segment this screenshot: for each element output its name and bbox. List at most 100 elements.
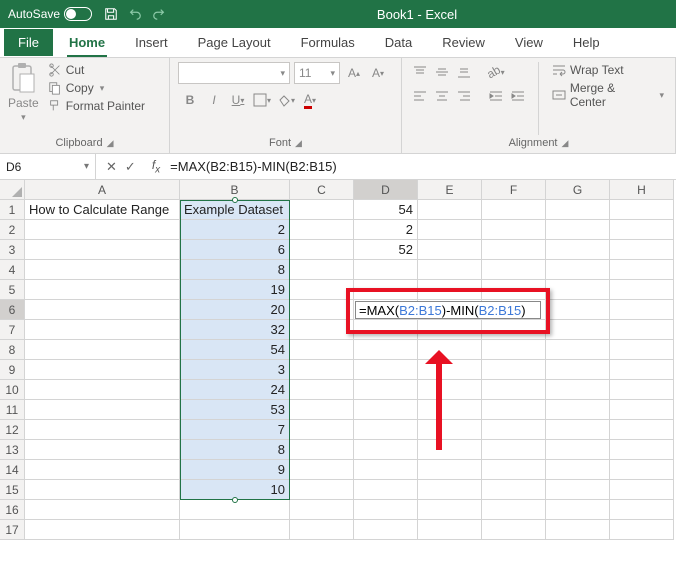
cell-h13[interactable] (610, 440, 674, 460)
cell-a1[interactable]: How to Calculate Range (25, 200, 180, 220)
cell-a10[interactable] (25, 380, 180, 400)
format-painter-button[interactable]: Format Painter (45, 98, 148, 114)
cell-c15[interactable] (290, 480, 354, 500)
cell-g17[interactable] (546, 520, 610, 540)
cell-a12[interactable] (25, 420, 180, 440)
cell-g8[interactable] (546, 340, 610, 360)
cell-c9[interactable] (290, 360, 354, 380)
font-name-combo[interactable]: ▾ (178, 62, 290, 84)
row-header-4[interactable]: 4 (0, 260, 25, 280)
dialog-launcher-icon[interactable]: ◢ (562, 138, 569, 149)
row-header-5[interactable]: 5 (0, 280, 25, 300)
cell-g7[interactable] (546, 320, 610, 340)
cell-f11[interactable] (482, 400, 546, 420)
name-box[interactable]: D6▾ (0, 154, 96, 179)
cell-e15[interactable] (418, 480, 482, 500)
row-header-13[interactable]: 13 (0, 440, 25, 460)
cell-f4[interactable] (482, 260, 546, 280)
bold-button[interactable]: B (178, 88, 202, 112)
formula-input[interactable]: =MAX(B2:B15)-MIN(B2:B15) (166, 159, 337, 174)
align-center-button[interactable] (432, 86, 452, 106)
cell-c17[interactable] (290, 520, 354, 540)
cell-h4[interactable] (610, 260, 674, 280)
cell-d5[interactable] (354, 280, 418, 300)
increase-font-button[interactable]: A▴ (344, 63, 364, 83)
cell-f12[interactable] (482, 420, 546, 440)
cell-e1[interactable] (418, 200, 482, 220)
cell-b17[interactable] (180, 520, 290, 540)
cell-b7[interactable]: 32 (180, 320, 290, 340)
cell-h14[interactable] (610, 460, 674, 480)
cell-g11[interactable] (546, 400, 610, 420)
cell-c7[interactable] (290, 320, 354, 340)
fill-color-button[interactable]: ▾ (274, 88, 298, 112)
row-header-1[interactable]: 1 (0, 200, 25, 220)
cell-h6[interactable] (610, 300, 674, 320)
cell-f15[interactable] (482, 480, 546, 500)
cell-f14[interactable] (482, 460, 546, 480)
cut-button[interactable]: Cut (45, 62, 148, 78)
cell-e16[interactable] (418, 500, 482, 520)
cell-g2[interactable] (546, 220, 610, 240)
cell-h2[interactable] (610, 220, 674, 240)
cell-d9[interactable] (354, 360, 418, 380)
decrease-indent-button[interactable] (486, 86, 506, 106)
col-header-h[interactable]: H (610, 180, 674, 200)
align-left-button[interactable] (410, 86, 430, 106)
enter-icon[interactable]: ✓ (125, 159, 136, 175)
cell-b2[interactable]: 2 (180, 220, 290, 240)
merge-center-button[interactable]: Merge & Center▾ (549, 80, 667, 110)
cell-a9[interactable] (25, 360, 180, 380)
spreadsheet-grid[interactable]: A B C D E F G H 1How to Calculate RangeE… (0, 180, 676, 540)
cell-f16[interactable] (482, 500, 546, 520)
col-header-e[interactable]: E (418, 180, 482, 200)
cell-d8[interactable] (354, 340, 418, 360)
cell-b10[interactable]: 24 (180, 380, 290, 400)
decrease-font-button[interactable]: A▾ (368, 63, 388, 83)
cell-d14[interactable] (354, 460, 418, 480)
cell-g12[interactable] (546, 420, 610, 440)
cell-g6[interactable] (546, 300, 610, 320)
cell-a16[interactable] (25, 500, 180, 520)
cell-f8[interactable] (482, 340, 546, 360)
cell-a4[interactable] (25, 260, 180, 280)
cell-e14[interactable] (418, 460, 482, 480)
underline-button[interactable]: U▾ (226, 88, 250, 112)
cell-h5[interactable] (610, 280, 674, 300)
align-top-button[interactable] (410, 62, 430, 82)
cell-d17[interactable] (354, 520, 418, 540)
col-header-a[interactable]: A (25, 180, 180, 200)
cell-h1[interactable] (610, 200, 674, 220)
select-all-button[interactable] (0, 180, 25, 200)
copy-button[interactable]: Copy▾ (45, 80, 148, 96)
cell-f13[interactable] (482, 440, 546, 460)
cell-c11[interactable] (290, 400, 354, 420)
fx-icon[interactable]: fx (146, 158, 166, 175)
dialog-launcher-icon[interactable]: ◢ (107, 138, 114, 149)
cell-b16[interactable] (180, 500, 290, 520)
cell-h9[interactable] (610, 360, 674, 380)
row-header-10[interactable]: 10 (0, 380, 25, 400)
cell-c3[interactable] (290, 240, 354, 260)
cell-g1[interactable] (546, 200, 610, 220)
cell-d10[interactable] (354, 380, 418, 400)
cell-e4[interactable] (418, 260, 482, 280)
cell-c10[interactable] (290, 380, 354, 400)
cell-edit-d6[interactable]: =MAX(B2:B15)-MIN(B2:B15) (355, 301, 541, 319)
cell-d2[interactable]: 2 (354, 220, 418, 240)
row-header-2[interactable]: 2 (0, 220, 25, 240)
cell-g16[interactable] (546, 500, 610, 520)
cell-c2[interactable] (290, 220, 354, 240)
cell-h11[interactable] (610, 400, 674, 420)
toggle-off-icon[interactable] (64, 7, 92, 21)
cell-e5[interactable] (418, 280, 482, 300)
row-header-15[interactable]: 15 (0, 480, 25, 500)
autosave-toggle[interactable]: AutoSave (8, 7, 92, 21)
cell-b12[interactable]: 7 (180, 420, 290, 440)
redo-icon[interactable] (152, 7, 166, 21)
cell-d11[interactable] (354, 400, 418, 420)
wrap-text-button[interactable]: Wrap Text (549, 62, 667, 78)
col-header-b[interactable]: B (180, 180, 290, 200)
tab-formulas[interactable]: Formulas (287, 29, 369, 56)
cell-d13[interactable] (354, 440, 418, 460)
